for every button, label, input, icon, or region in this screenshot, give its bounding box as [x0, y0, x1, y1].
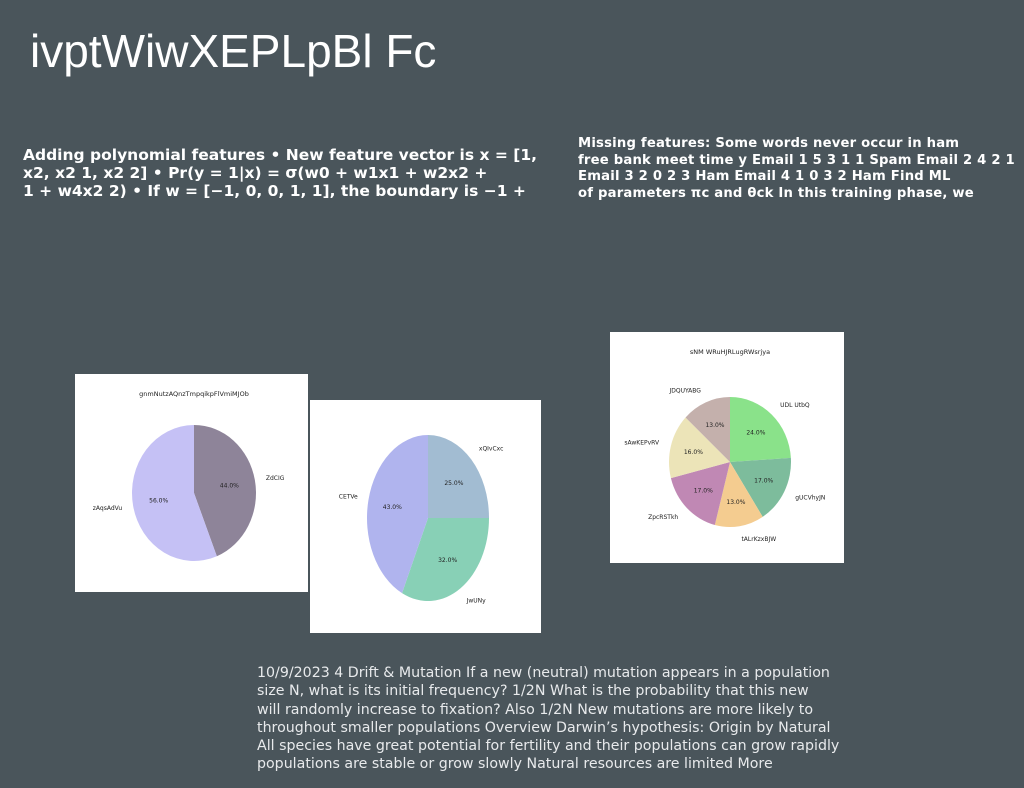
pie-pct-label: 13.0%	[726, 499, 745, 506]
pie-category-label: ZpcRSTkh	[648, 514, 678, 521]
pie-category-label: JDQUYABG	[668, 387, 701, 394]
pie-pct-label: 32.0%	[438, 557, 457, 564]
pie-category-label: sAwKEPvRV	[624, 440, 660, 447]
pie-pct-label: 17.0%	[754, 477, 773, 484]
right-text-line: of parameters πc and θck In this trainin…	[578, 185, 974, 201]
pie-category-label: gUCVhyJN	[795, 494, 825, 501]
pie-chart-1: gnmNutzAQnzTmpqikpFlVmiMJOb 44.0% ZdCIG 56.…	[93, 390, 285, 561]
pie-chart-3: sNM WRuHJRLugRWsrjya 24.0% UDL UtbQ 17.0% gU…	[624, 348, 825, 543]
pie-pct-label: 25.0%	[444, 480, 463, 487]
footer-text-line: size N, what is its initial frequency? 1…	[257, 683, 809, 700]
chart-title: sNM WRuHJRLugRWsrjya	[690, 348, 770, 356]
pie-pct-label: 13.0%	[705, 422, 724, 429]
pie-category-label: CETVe	[339, 494, 358, 501]
pie-pct-label: 44.0%	[220, 483, 239, 490]
pie-category-label: ZdCIG	[266, 475, 285, 482]
slide-title: ivptWiwXEPLpBl Fc	[30, 25, 437, 77]
right-text-line: Email 3 2 0 2 3 Ham Email 4 1 0 3 2 Ham …	[578, 169, 951, 184]
pie-pct-label: 43.0%	[383, 504, 402, 511]
left-text-block: Adding polynomial features • New feature…	[23, 146, 563, 200]
footer-text-line: populations are stable or grow slowly Na…	[257, 756, 773, 773]
right-text-line: free bank meet time y Email 1 5 3 1 1 Sp…	[578, 152, 1018, 168]
left-text-line: Adding polynomial features • New feature…	[23, 146, 538, 164]
left-text-line: 1 + w4x2 2) • If w = [−1, 0, 0, 1, 1], t…	[23, 182, 526, 200]
pie-category-label: zAqsAdVu	[93, 505, 123, 512]
footer-text-line: throughout smaller populations Overview …	[257, 719, 831, 736]
pie-category-label: JwUNy	[466, 598, 487, 605]
footer-text-line: All species have great potential for fer…	[257, 738, 840, 755]
pie-chart-card-3: sNM WRuHJRLugRWsrjya 24.0% UDL UtbQ 17.0% gU…	[610, 332, 844, 563]
pie-pct-label: 24.0%	[746, 430, 765, 437]
footer-text-block: 10/9/2023 4 Drift & Mutation If a new (n…	[257, 664, 857, 774]
footer-text-line: 10/9/2023 4 Drift & Mutation If a new (n…	[257, 665, 830, 681]
pie-chart-2: 25.0% xQIvCxc 32.0% JwUNy 43.0% CETVe	[339, 435, 504, 605]
right-text-block: Missing features: Some words never occur…	[578, 136, 1018, 202]
pie-chart-card-2: 25.0% xQIvCxc 32.0% JwUNy 43.0% CETVe	[310, 400, 541, 633]
pie-chart-card-1: gnmNutzAQnzTmpqikpFlVmiMJOb 44.0% ZdCIG 56.…	[75, 374, 308, 592]
pie-category-label: tALrKzxBJW	[741, 536, 776, 543]
left-text-line: x2, x2 1, x2 2] • Pr(y = 1|x) = σ(w0 + w…	[23, 164, 488, 182]
pie-pct-label: 56.0%	[149, 497, 168, 504]
pie-pct-label: 16.0%	[684, 449, 703, 456]
right-text-line: Missing features: Some words never occur…	[578, 136, 960, 151]
footer-text-line: will randomly increase to fixation? Also…	[257, 701, 814, 718]
pie-pct-label: 17.0%	[694, 487, 713, 494]
pie-category-label: xQIvCxc	[479, 446, 504, 453]
pie-category-label: UDL UtbQ	[780, 402, 810, 409]
chart-title: gnmNutzAQnzTmpqikpFlVmiMJOb	[139, 390, 249, 398]
